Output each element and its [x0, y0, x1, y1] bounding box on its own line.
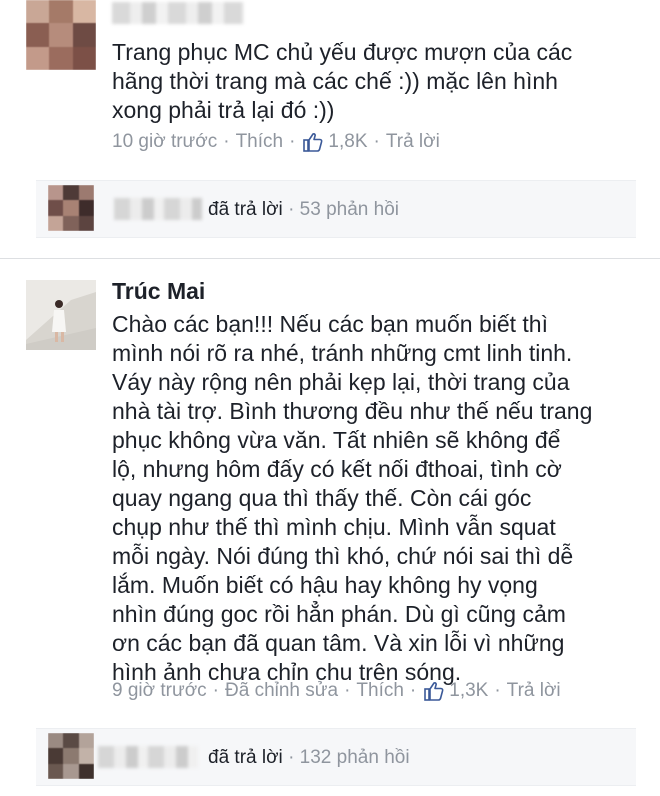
reply-avatar-blurred[interactable] [48, 185, 94, 231]
author-name[interactable]: Trúc Mai [112, 278, 205, 305]
comment-body: Trang phục MC chủ yếu được mượn của các … [112, 38, 572, 125]
separator: · [344, 680, 351, 701]
comment-line: ơn các bạn đã quan tâm. Và xin lỗi vì nh… [112, 630, 565, 656]
comment-body: Chào các bạn!!! Nếu các bạn muốn biết th… [112, 310, 592, 687]
reply-avatar-blurred[interactable] [48, 733, 94, 779]
comment-line: lắm. Muốn biết có hậu hay không hy vọng [112, 572, 538, 598]
author-name-blurred[interactable] [112, 2, 244, 24]
comment-1: Trang phục MC chủ yếu được mượn của các … [0, 0, 660, 250]
comment-divider [0, 258, 660, 259]
reply-button[interactable]: Trả lời [507, 680, 561, 702]
comment-line: quay ngang qua thì thấy thế. Còn cái góc [112, 485, 532, 511]
comment-2: Trúc Mai Chào các bạn!!! Nếu các bạn muố… [0, 268, 660, 796]
like-count[interactable]: 1,8K [328, 131, 367, 153]
comment-line: nhìn đúng goc rồi hẳn phán. Dù gì cũng c… [112, 601, 566, 627]
thumbs-up-icon[interactable] [303, 132, 323, 152]
comment-line: Trang phục MC chủ yếu được mượn của các [112, 39, 573, 65]
reply-button[interactable]: Trả lời [386, 131, 440, 153]
reply-count-link[interactable]: 132 phản hồi [300, 747, 410, 768]
comment-line: phục không vừa văn. Tất nhiên sẽ không đ… [112, 427, 561, 453]
comment-line: hãng thời trang mà các chế :)) mặc lên h… [112, 68, 558, 94]
avatar-truc-mai[interactable] [26, 280, 96, 350]
timestamp-link[interactable]: 10 giờ trước [112, 131, 217, 153]
avatar-blurred[interactable] [26, 0, 96, 70]
separator: · [288, 199, 295, 220]
comment-line: mỗi ngày. Nói đúng thì khó, chứ nói sai … [112, 543, 574, 569]
reply-summary-text: đã trả lời · 132 phản hồi [208, 747, 410, 769]
comment-line: lộ, nhưng hôm đấy có kết nối đthoai, tìn… [112, 456, 562, 482]
comment-line: chụp như thế thì mình chịu. Mình vẫn squ… [112, 514, 556, 540]
timestamp-link[interactable]: 9 giờ trước [112, 680, 207, 702]
separator: · [373, 131, 380, 152]
comment-line: mình nói rõ ra nhé, tránh những cmt linh… [112, 340, 573, 366]
comment-line: Váy này rộng nên phải kẹp lại, thời tran… [112, 369, 570, 395]
comment-meta: 9 giờ trước · Đã chỉnh sửa · Thích · 1,3… [112, 680, 561, 702]
reply-summary-text: đã trả lời · 53 phản hồi [208, 199, 399, 221]
separator: · [212, 680, 219, 701]
separator: · [223, 131, 230, 152]
comment-meta: 10 giờ trước · Thích · 1,8K · Trả lời [112, 131, 440, 153]
separator: · [409, 680, 417, 701]
like-button[interactable]: Thích [236, 131, 284, 153]
separator: · [289, 131, 296, 152]
like-button[interactable]: Thích [356, 680, 404, 702]
like-count[interactable]: 1,3K [449, 680, 488, 702]
thumbs-up-icon[interactable] [424, 681, 444, 701]
reply-summary-bar[interactable]: đã trả lời · 132 phản hồi [36, 728, 636, 786]
separator: · [494, 680, 501, 701]
separator: · [288, 747, 295, 768]
comment-line: xong phải trả lại đó :)) [112, 97, 335, 123]
edited-label[interactable]: Đã chỉnh sửa [225, 680, 338, 702]
comment-line: Chào các bạn!!! Nếu các bạn muốn biết th… [112, 311, 548, 337]
reply-author-blurred[interactable] [114, 198, 202, 220]
comment-line: nhà tài trợ. Bình thương đều như thế nếu… [112, 398, 593, 424]
replied-label: đã trả lời [208, 747, 283, 768]
reply-summary-bar[interactable]: đã trả lời · 53 phản hồi [36, 180, 636, 238]
reply-author-blurred[interactable] [98, 746, 198, 768]
reply-count-link[interactable]: 53 phản hồi [300, 199, 399, 220]
replied-label: đã trả lời [208, 199, 283, 220]
